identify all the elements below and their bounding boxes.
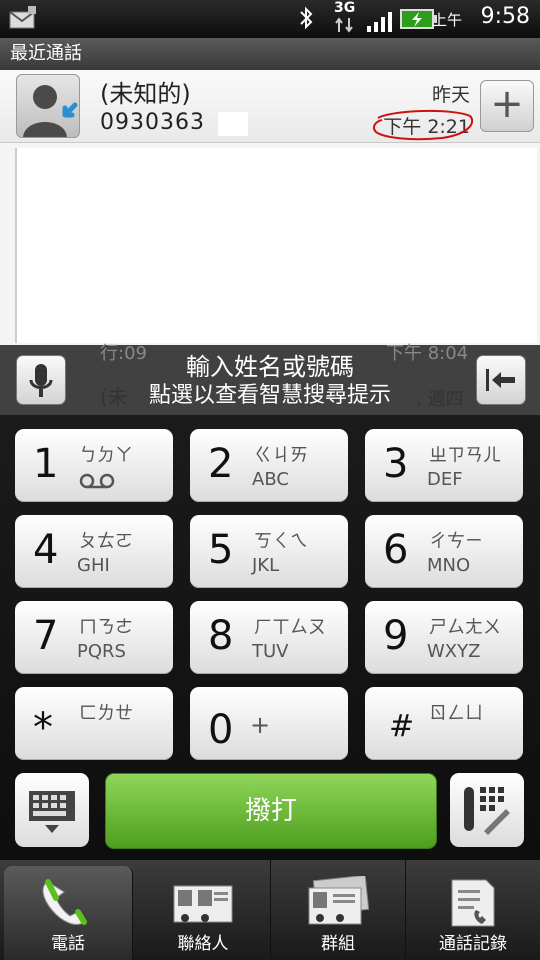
key-bopomofo: ㄎㄑㄟ	[254, 531, 308, 552]
key-9[interactable]: 9 ㄕㄙㄤㄨ WXYZ	[365, 601, 523, 674]
tab-label: 電話	[51, 934, 85, 954]
dial-keypad: 1 ㄅㄉㄚ 2 ㄍㄐㄞ ABC 3 ㄓㄗㄢㄦ DEF 4 ㄆㄊㄛ GHI 5 ㄎ…	[0, 415, 540, 860]
tab-label: 群組	[321, 934, 355, 954]
key-bopomofo: ㄏㄒㄙㄡ	[254, 617, 326, 638]
data-arrows-icon	[334, 16, 356, 38]
call-date: 昨天	[431, 84, 470, 106]
key-digit: 5	[208, 527, 234, 573]
key-letters: WXYZ	[427, 641, 481, 662]
key-letters: MNO	[427, 555, 471, 576]
signal-strength-icon	[366, 10, 396, 36]
call-history-icon	[451, 879, 495, 927]
tab-label: 通話記錄	[439, 934, 507, 954]
key-letters: PQRS	[77, 641, 126, 662]
key-0[interactable]: 0 +	[190, 687, 348, 760]
key-7[interactable]: 7 ㄇㄋㄜ PQRS	[15, 601, 173, 674]
redaction-box	[218, 112, 248, 136]
tab-groups[interactable]: 群組	[271, 860, 406, 960]
time-ampm: 上午	[431, 11, 462, 29]
page-title: 最近通話	[0, 38, 540, 70]
key-hash[interactable]: # ㄖㄥㄩ	[365, 687, 523, 760]
smart-search-bar[interactable]: 行:09 下午 8:04 (未 , 週四 輸入姓名或號碼 點選以查看智慧搜尋提示	[0, 343, 540, 415]
backspace-button[interactable]	[476, 355, 526, 405]
recent-calls-list: (未知的) 0930363 昨天 下午 2:21 +	[0, 70, 540, 345]
phone-handset-icon	[42, 879, 87, 925]
key-5[interactable]: 5 ㄎㄑㄟ JKL	[190, 515, 348, 588]
key-digit: 2	[208, 441, 234, 487]
key-6[interactable]: 6 ㄔㄘㄧ MNO	[365, 515, 523, 588]
group-cards-icon	[308, 876, 370, 925]
key-bopomofo: ㄅㄉㄚ	[79, 445, 133, 466]
add-contact-button[interactable]: +	[480, 80, 534, 132]
bottom-tab-bar: 電話 聯絡人 群組 通話記錄	[0, 860, 540, 960]
network-type-icon: 3G	[334, 0, 356, 16]
person-silhouette-icon	[23, 85, 78, 137]
voicemail-icon	[79, 473, 115, 489]
key-2[interactable]: 2 ㄍㄐㄞ ABC	[190, 429, 348, 502]
key-star[interactable]: * ㄈㄌㄝ	[15, 687, 173, 760]
key-digit: #	[389, 709, 415, 744]
tab-label: 聯絡人	[177, 934, 229, 954]
message-notification-icon	[8, 6, 38, 34]
key-bopomofo: ㄆㄊㄛ	[79, 531, 133, 552]
key-digit: 3	[383, 441, 409, 487]
status-time: 9:58	[480, 4, 530, 29]
bluetooth-icon	[298, 4, 314, 36]
key-digit: 9	[383, 613, 409, 659]
key-bopomofo: ㄇㄋㄜ	[79, 617, 133, 638]
microphone-icon	[29, 364, 53, 397]
list-item[interactable]: (未知的) 0930363 昨天 下午 2:21 +	[0, 70, 540, 143]
voice-search-button[interactable]	[16, 355, 66, 405]
key-bopomofo: ㄍㄐㄞ	[254, 445, 308, 466]
contact-photo-avatar[interactable]	[16, 74, 80, 138]
contact-card-icon	[173, 885, 233, 923]
key-1[interactable]: 1 ㄅㄉㄚ	[15, 429, 173, 502]
key-letters: ABC	[252, 469, 289, 490]
tab-call-history[interactable]: 通話記錄	[406, 860, 540, 960]
key-bopomofo: ㄖㄥㄩ	[429, 703, 483, 724]
tab-contacts[interactable]: 聯絡人	[136, 860, 271, 960]
key-letters: JKL	[252, 555, 280, 576]
redacted-list-area	[15, 148, 537, 343]
key-digit: 1	[33, 441, 59, 487]
key-letters: TUV	[252, 641, 289, 662]
voice-dial-button[interactable]	[450, 773, 524, 847]
key-8[interactable]: 8 ㄏㄒㄙㄡ TUV	[190, 601, 348, 674]
key-plus: +	[250, 711, 271, 739]
key-bopomofo: ㄓㄗㄢㄦ	[429, 445, 501, 466]
key-digit: 0	[208, 707, 234, 753]
contact-name: (未知的)	[100, 80, 191, 108]
key-bopomofo: ㄔㄘㄧ	[429, 531, 483, 552]
keyboard-icon	[29, 791, 75, 833]
status-bar: 3G 上午 9:58	[0, 0, 540, 38]
voice-dial-icon	[464, 787, 510, 835]
key-digit: 4	[33, 527, 59, 573]
key-digit: 6	[383, 527, 409, 573]
key-bopomofo: ㄈㄌㄝ	[79, 703, 133, 724]
call-button[interactable]: 撥打	[105, 773, 437, 849]
key-bopomofo: ㄕㄙㄤㄨ	[429, 617, 501, 638]
hide-keypad-button[interactable]	[15, 773, 89, 847]
key-letters: DEF	[427, 469, 463, 490]
key-digit: *	[33, 705, 53, 751]
key-digit: 8	[208, 613, 234, 659]
key-3[interactable]: 3 ㄓㄗㄢㄦ DEF	[365, 429, 523, 502]
contact-number: 0930363	[100, 110, 205, 135]
red-annotation-circle	[373, 109, 474, 141]
search-hint[interactable]: 點選以查看智慧搜尋提示	[0, 377, 540, 409]
tab-phone[interactable]: 電話	[4, 866, 133, 960]
backspace-icon	[486, 369, 515, 391]
key-digit: 7	[33, 613, 59, 659]
key-letters: GHI	[77, 555, 110, 576]
key-4[interactable]: 4 ㄆㄊㄛ GHI	[15, 515, 173, 588]
